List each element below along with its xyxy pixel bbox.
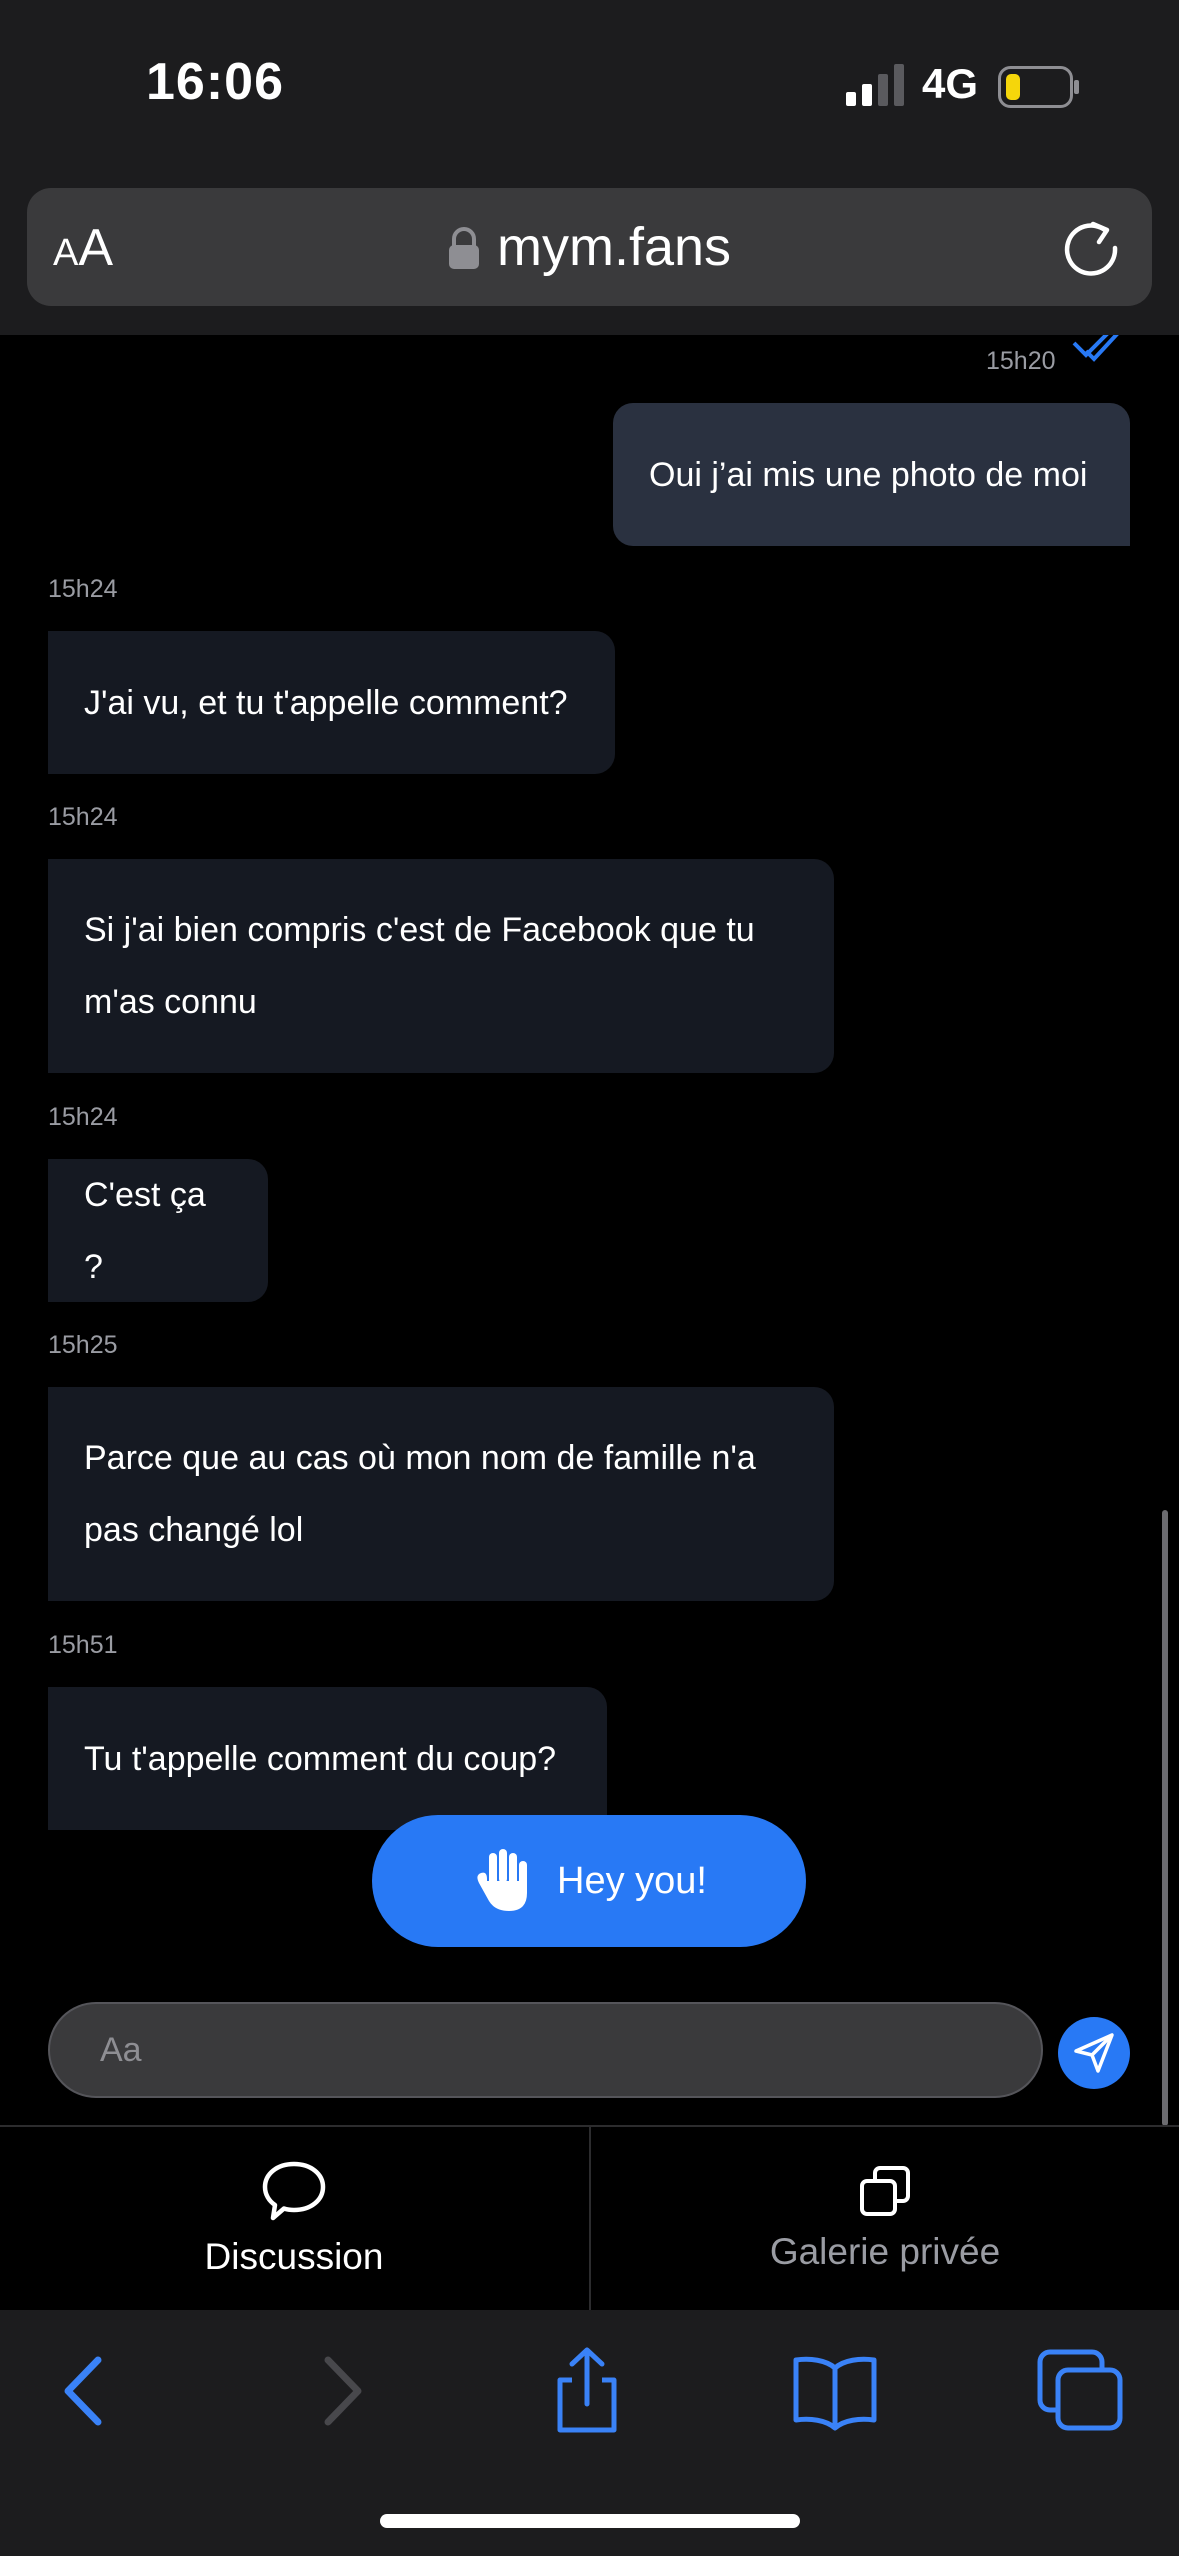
message-time: 15h25	[48, 1331, 118, 1359]
message-bubble-outgoing: Oui j’ai mis une photo de moi	[613, 403, 1130, 546]
send-button[interactable]	[1058, 2017, 1130, 2089]
network-type: 4G	[922, 60, 979, 107]
cellular-signal-icon	[846, 64, 904, 106]
waving-hand-icon	[477, 1849, 528, 1911]
read-receipt-check-icon	[1072, 335, 1119, 362]
message-bubble-incoming: C'est ça ?	[48, 1159, 268, 1302]
back-icon[interactable]	[40, 2346, 130, 2436]
message-text: Oui j’ai mis une photo de moi	[649, 455, 1088, 494]
message-time: 15h24	[48, 575, 118, 603]
message-text: Si j'ai bien compris c'est de Facebook q…	[84, 911, 755, 1021]
forward-icon[interactable]	[296, 2346, 386, 2436]
bookmarks-icon[interactable]	[790, 2346, 880, 2436]
message-time: 15h20	[986, 347, 1056, 375]
status-bar: 16:06 4G	[0, 0, 1179, 170]
text-size-button[interactable]: AA	[53, 218, 113, 278]
hey-you-label: Hey you!	[557, 1859, 707, 1902]
message-bubble-incoming: Si j'ai bien compris c'est de Facebook q…	[48, 859, 834, 1073]
message-bubble-incoming: J'ai vu, et tu t'appelle comment?	[48, 631, 615, 774]
share-icon[interactable]	[542, 2346, 632, 2436]
tab-discussion-label: Discussion	[204, 2235, 384, 2277]
gallery-copy-icon	[860, 2165, 910, 2216]
hey-you-button[interactable]: Hey you!	[372, 1815, 806, 1947]
reload-icon[interactable]	[1061, 218, 1121, 278]
message-text: Parce que au cas où mon nom de famille n…	[84, 1439, 756, 1549]
browser-address-area: AA mym.fans	[0, 170, 1179, 335]
tab-bar: Discussion Galerie privée	[0, 2125, 1179, 2312]
tab-galerie-privee-label: Galerie privée	[769, 2230, 1001, 2272]
tab-discussion[interactable]: Discussion	[0, 2127, 588, 2310]
status-time: 16:06	[146, 53, 284, 111]
tab-galerie-privee[interactable]: Galerie privée	[591, 2127, 1179, 2310]
message-text: C'est ça ?	[84, 1175, 206, 1286]
send-icon	[1074, 2033, 1114, 2073]
tabs-icon[interactable]	[1036, 2346, 1126, 2436]
message-input-placeholder: Aa	[100, 2030, 142, 2069]
battery-icon	[998, 66, 1079, 108]
message-time: 15h51	[48, 1631, 118, 1659]
message-bubble-incoming: Tu t'appelle comment du coup?	[48, 1687, 607, 1830]
address-bar[interactable]: AA mym.fans	[27, 188, 1152, 306]
chat-scrollbar[interactable]	[1162, 1510, 1168, 2126]
speech-bubble-icon	[262, 2161, 326, 2220]
message-time: 15h24	[48, 803, 118, 831]
message-time: 15h24	[48, 1103, 118, 1131]
message-input[interactable]: Aa	[48, 2002, 1043, 2098]
url-text[interactable]: mym.fans	[497, 216, 731, 278]
message-bubble-incoming: Parce que au cas où mon nom de famille n…	[48, 1387, 834, 1601]
message-text: Tu t'appelle comment du coup?	[84, 1739, 557, 1778]
lock-icon	[449, 227, 479, 269]
message-text: J'ai vu, et tu t'appelle comment?	[84, 683, 568, 722]
home-indicator	[380, 2514, 800, 2528]
